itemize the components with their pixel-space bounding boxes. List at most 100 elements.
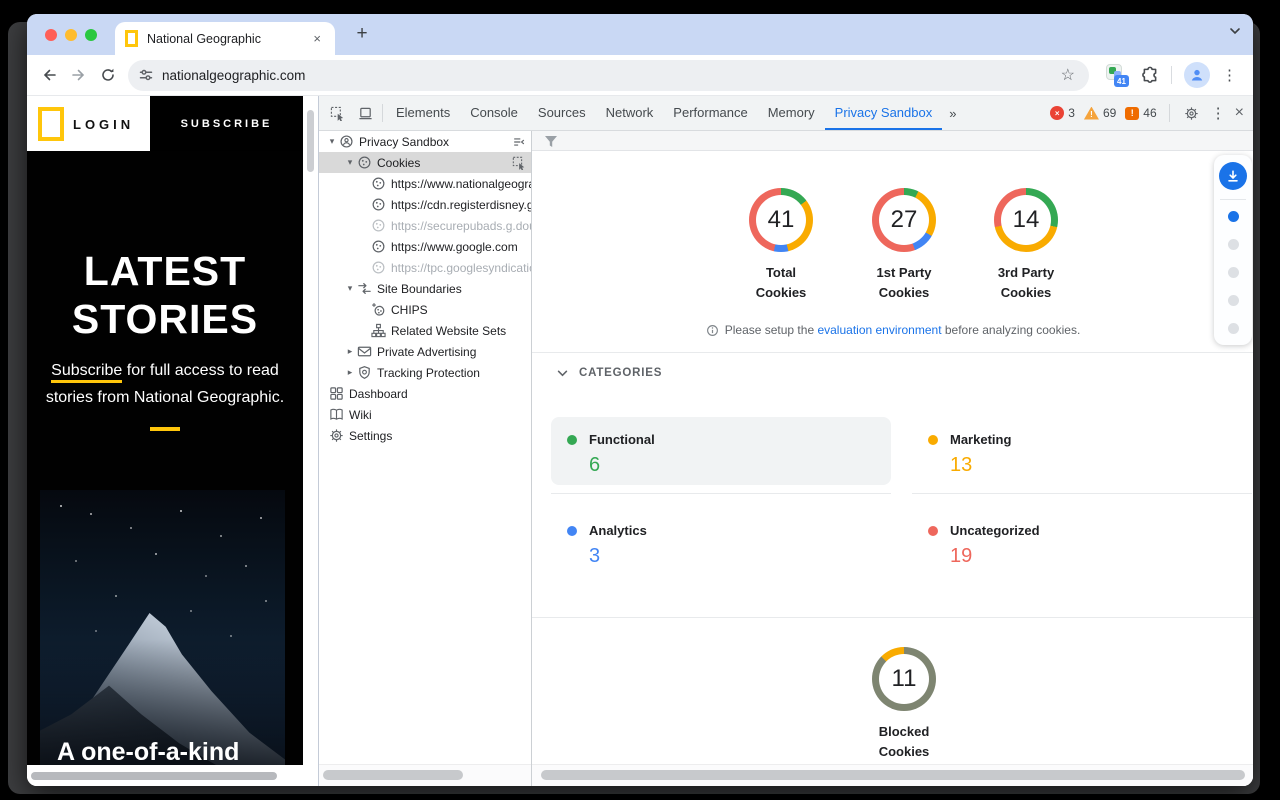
- devtools-close-icon[interactable]: ×: [1235, 104, 1244, 122]
- tab-privacy-sandbox[interactable]: Privacy Sandbox: [825, 96, 943, 130]
- window-content: LOGIN SUBSCRIBE LATEST STORIES Subscribe…: [27, 96, 1253, 786]
- tab-performance[interactable]: Performance: [663, 96, 757, 130]
- category-card-functional[interactable]: Functional 6: [551, 417, 891, 485]
- chevron-down-icon: [557, 370, 568, 377]
- browser-tab[interactable]: National Geographic ×: [115, 22, 335, 55]
- stars-decoration: [60, 505, 62, 507]
- tree-item-origin[interactable]: https://cdn.registerdisney.go.com: [319, 194, 531, 215]
- tab-close-icon[interactable]: ×: [309, 29, 325, 48]
- download-report-button[interactable]: [1219, 162, 1247, 190]
- collapsed-arrow-icon[interactable]: ▸: [343, 346, 357, 357]
- devtools-tab-bar: Elements Console Sources Network Perform…: [319, 96, 1253, 131]
- browser-menu-kebab-icon[interactable]: ⋮: [1222, 66, 1237, 84]
- subscribe-button[interactable]: SUBSCRIBE: [150, 96, 303, 151]
- section-dot[interactable]: [1228, 211, 1239, 222]
- section-dot[interactable]: [1228, 239, 1239, 250]
- tree-item-dashboard[interactable]: Dashboard: [319, 383, 531, 404]
- category-dot: [928, 435, 938, 445]
- url-text[interactable]: nationalgeographic.com: [162, 68, 305, 83]
- devtools-panel: Elements Console Sources Network Perform…: [318, 96, 1253, 786]
- privacy-sandbox-icon: [339, 134, 354, 149]
- device-toolbar-icon[interactable]: [351, 96, 379, 130]
- hero-divider: [150, 427, 180, 431]
- inspect-icon[interactable]: [512, 156, 526, 170]
- chips-icon: [371, 302, 386, 317]
- expand-arrow-icon[interactable]: ▾: [325, 136, 339, 147]
- evaluation-environment-link[interactable]: evaluation environment: [817, 323, 941, 337]
- tree-item-origin[interactable]: https://www.nationalgeographic.com: [319, 173, 531, 194]
- subscribe-link[interactable]: Subscribe: [51, 362, 122, 383]
- tab-network[interactable]: Network: [596, 96, 664, 130]
- section-dot[interactable]: [1228, 323, 1239, 334]
- new-tab-button[interactable]: +: [349, 21, 375, 47]
- tree-item-site-boundaries[interactable]: ▾ Site Boundaries: [319, 278, 531, 299]
- expand-arrow-icon[interactable]: ▾: [343, 283, 357, 294]
- main-scroll-track[interactable]: [532, 764, 1253, 786]
- reload-button[interactable]: [93, 61, 122, 90]
- hero-title: LATEST STORIES: [27, 247, 303, 343]
- section-dot[interactable]: [1228, 295, 1239, 306]
- collapsed-arrow-icon[interactable]: ▸: [343, 367, 357, 378]
- site-settings-icon[interactable]: [138, 67, 154, 83]
- collapse-sidebar-icon[interactable]: [512, 135, 526, 149]
- category-dot: [567, 435, 577, 445]
- main-scroll-thumb[interactable]: [541, 770, 1245, 780]
- sidebar-scroll-thumb[interactable]: [323, 770, 463, 780]
- tree-item-related-website-sets[interactable]: Related Website Sets: [319, 320, 531, 341]
- tab-search-chevron-icon[interactable]: [1229, 27, 1241, 35]
- filter-funnel-icon[interactable]: [544, 135, 558, 148]
- tree-item-origin[interactable]: https://www.google.com: [319, 236, 531, 257]
- devtools-menu-kebab-icon[interactable]: ⋮: [1211, 104, 1226, 122]
- cookie-icon: [371, 239, 386, 254]
- tab-sources[interactable]: Sources: [528, 96, 596, 130]
- donut-first-party-cookies: 27 1st PartyCookies: [844, 188, 964, 303]
- tab-memory[interactable]: Memory: [758, 96, 825, 130]
- tree-item-origin[interactable]: https://tpc.googlesyndication.com: [319, 257, 531, 278]
- warning-icon: !: [1084, 107, 1099, 120]
- filter-bar: [532, 131, 1253, 151]
- tree-item-settings[interactable]: Settings: [319, 425, 531, 446]
- zoom-window-button[interactable]: [85, 29, 97, 41]
- cookie-extension-icon[interactable]: 41: [1105, 63, 1129, 87]
- natgeo-logo[interactable]: [38, 107, 64, 141]
- page-horizontal-scrollbar[interactable]: [27, 765, 303, 786]
- minimize-window-button[interactable]: [65, 29, 77, 41]
- close-window-button[interactable]: [45, 29, 57, 41]
- expand-arrow-icon[interactable]: ▾: [343, 157, 357, 168]
- donut-ring: 14: [994, 188, 1058, 252]
- inspect-element-icon[interactable]: [323, 96, 351, 130]
- profile-avatar[interactable]: [1184, 62, 1210, 88]
- page-vertical-scrollbar[interactable]: [303, 96, 318, 786]
- devtools-settings-gear-icon[interactable]: [1182, 96, 1202, 130]
- tab-console[interactable]: Console: [460, 96, 528, 130]
- error-badge[interactable]: × 3: [1050, 106, 1075, 120]
- tab-elements[interactable]: Elements: [386, 96, 460, 130]
- category-dot: [928, 526, 938, 536]
- error-icon: ×: [1050, 106, 1064, 120]
- hero-subtitle: Subscribe for full access to read storie…: [31, 357, 299, 411]
- tree-item-wiki[interactable]: Wiki: [319, 404, 531, 425]
- tree-item-tracking-protection[interactable]: ▸ Tracking Protection: [319, 362, 531, 383]
- bookmark-star-icon[interactable]: ☆: [1061, 65, 1075, 85]
- category-card-marketing[interactable]: Marketing 13: [912, 417, 1252, 493]
- forward-button[interactable]: [64, 61, 93, 90]
- story-photo[interactable]: A one-of-a-kind journey into the Amazon: [40, 490, 285, 765]
- sidebar-scroll-track[interactable]: [319, 764, 532, 786]
- tree-item-cookies[interactable]: ▾ Cookies: [319, 152, 531, 173]
- warning-badge[interactable]: ! 69: [1084, 106, 1116, 120]
- tree-item-origin[interactable]: https://securepubads.g.doubleclick.net: [319, 215, 531, 236]
- category-card-uncategorized[interactable]: Uncategorized 19: [912, 508, 1252, 584]
- login-button[interactable]: LOGIN: [73, 117, 134, 132]
- back-button[interactable]: [35, 61, 64, 90]
- address-bar[interactable]: nationalgeographic.com ☆: [128, 60, 1089, 91]
- tree-item-private-advertising[interactable]: ▸ Private Advertising: [319, 341, 531, 362]
- section-dot[interactable]: [1228, 267, 1239, 278]
- category-card-analytics[interactable]: Analytics 3: [551, 508, 891, 584]
- categories-section-header[interactable]: CATEGORIES: [557, 367, 662, 379]
- shield-icon: [357, 365, 372, 380]
- tree-item-privacy-sandbox[interactable]: ▾ Privacy Sandbox: [319, 131, 531, 152]
- tree-item-chips[interactable]: CHIPS: [319, 299, 531, 320]
- extensions-puzzle-icon[interactable]: [1141, 66, 1159, 84]
- more-tabs-button[interactable]: »: [942, 106, 963, 121]
- issues-badge[interactable]: ! 46: [1125, 106, 1156, 120]
